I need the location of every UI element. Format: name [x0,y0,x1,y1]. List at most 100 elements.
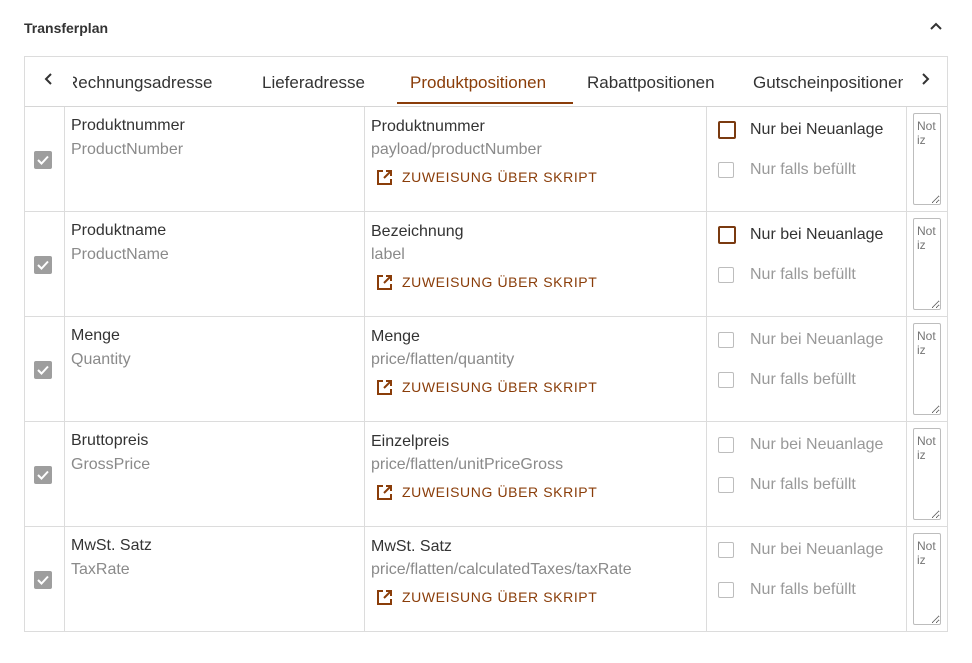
script-assignment-link[interactable]: ZUWEISUNG ÜBER SKRIPT [376,481,597,503]
checkbox-box[interactable] [718,162,734,178]
script-assignment-link[interactable]: ZUWEISUNG ÜBER SKRIPT [376,376,597,398]
column-divider [906,317,907,421]
column-divider [64,527,65,631]
script-assignment-label: ZUWEISUNG ÜBER SKRIPT [402,274,598,290]
column-divider [906,212,907,316]
column-divider [364,317,365,421]
open-in-new-icon [377,379,392,395]
checkbox-box[interactable] [718,267,734,283]
column-divider [706,422,707,526]
transfer-plan-frame: Rechnungsadresse Lieferadresse Produktpo… [24,56,948,632]
column-divider [706,107,707,211]
checkbox-box[interactable] [718,226,736,244]
column-divider [364,212,365,316]
row-enabled-checkbox[interactable] [34,256,52,274]
option-if-filled-checkbox[interactable]: Nur falls befüllt [718,161,856,179]
script-assignment-link[interactable]: ZUWEISUNG ÜBER SKRIPT [376,271,597,293]
option-new-only-checkbox[interactable]: Nur bei Neuanlage [718,541,883,559]
open-in-new-icon [377,484,392,500]
checkmark-icon [37,470,49,480]
checkbox-box[interactable] [718,477,734,493]
column-divider [706,212,707,316]
tab-rechnungsadresse[interactable]: Rechnungsadresse [66,57,212,106]
column-divider [364,107,365,211]
row-enabled-checkbox[interactable] [34,571,52,589]
checkbox-box[interactable] [718,542,734,558]
collapse-button[interactable] [926,18,946,38]
option-new-only-label: Nur bei Neuanlage [750,331,884,348]
script-assignment-link[interactable]: ZUWEISUNG ÜBER SKRIPT [376,166,597,188]
open-in-new-icon [377,169,392,185]
script-assignment-link[interactable]: ZUWEISUNG ÜBER SKRIPT [376,586,597,608]
option-if-filled-checkbox[interactable]: Nur falls befüllt [718,371,856,389]
option-if-filled-checkbox[interactable]: Nur falls befüllt [718,266,856,284]
option-if-filled-label: Nur falls befüllt [750,161,856,178]
column-divider [364,527,365,631]
script-assignment-label: ZUWEISUNG ÜBER SKRIPT [402,169,598,185]
source-field-label: Bruttopreis [71,432,149,449]
chevron-right-icon [919,72,931,91]
tab-produktpositionen[interactable]: Produktpositionen [410,57,546,106]
checkbox-box[interactable] [718,372,734,388]
tab-gutscheinpositionen[interactable]: Gutscheinpositionen [753,57,907,106]
option-new-only-checkbox[interactable]: Nur bei Neuanlage [718,436,883,454]
source-field-label: Menge [71,327,120,344]
option-new-only-checkbox[interactable]: Nur bei Neuanlage [718,226,883,244]
checkmark-icon [37,260,49,270]
notes-textarea[interactable] [913,533,941,625]
tab-scroll-left-button[interactable] [25,57,73,106]
mapping-row: Bruttopreis GrossPrice Einzelpreis price… [25,422,947,527]
target-field-label: Einzelpreis [371,433,450,450]
notes-textarea[interactable] [913,428,941,520]
target-field-path: price/flatten/unitPriceGross [371,456,564,473]
source-field-label: Produktnummer [71,117,185,134]
mapping-row: MwSt. Satz TaxRate MwSt. Satz price/flat… [25,527,947,631]
row-enabled-checkbox[interactable] [34,151,52,169]
source-field-key: ProductNumber [71,141,184,158]
column-divider [706,317,707,421]
column-divider [706,527,707,631]
target-field-label: Bezeichnung [371,223,464,240]
panel-title: Transferplan [24,20,109,36]
checkbox-box[interactable] [718,437,734,453]
option-new-only-checkbox[interactable]: Nur bei Neuanlage [718,331,883,349]
checkmark-icon [37,155,49,165]
target-field-label: Produktnummer [371,118,485,135]
notes-textarea[interactable] [913,218,941,310]
column-divider [64,422,65,526]
chevron-left-icon [43,72,55,91]
option-if-filled-checkbox[interactable]: Nur falls befüllt [718,476,856,494]
column-divider [906,527,907,631]
option-new-only-checkbox[interactable]: Nur bei Neuanlage [718,121,883,139]
tab-rabattpositionen[interactable]: Rabattpositionen [587,57,715,106]
source-field-key: Quantity [71,351,131,368]
column-divider [64,317,65,421]
target-field-path: price/flatten/calculatedTaxes/taxRate [371,561,632,578]
checkbox-box[interactable] [718,332,734,348]
column-divider [64,107,65,211]
row-enabled-checkbox[interactable] [34,361,52,379]
open-in-new-icon [377,589,392,605]
source-field-key: ProductName [71,246,169,263]
target-field-path: label [371,246,405,263]
option-new-only-label: Nur bei Neuanlage [750,541,884,558]
mapping-row: Menge Quantity Menge price/flatten/quant… [25,317,947,422]
checkbox-box[interactable] [718,121,736,139]
notes-textarea[interactable] [913,323,941,415]
source-field-label: Produktname [71,222,167,239]
checkmark-icon [37,575,49,585]
tab-scroll-right-button[interactable] [903,57,947,106]
target-field-path: payload/productNumber [371,141,542,158]
checkbox-box[interactable] [718,582,734,598]
tab-bar: Rechnungsadresse Lieferadresse Produktpo… [25,57,947,107]
option-if-filled-checkbox[interactable]: Nur falls befüllt [718,581,856,599]
notes-textarea[interactable] [913,113,941,205]
source-field-key: GrossPrice [71,456,151,473]
mapping-table: Produktnummer ProductNumber Produktnumme… [25,107,947,631]
mapping-row: Produktname ProductName Bezeichnung labe… [25,212,947,317]
script-assignment-label: ZUWEISUNG ÜBER SKRIPT [402,484,598,500]
open-in-new-icon [377,274,392,290]
row-enabled-checkbox[interactable] [34,466,52,484]
tab-lieferadresse[interactable]: Lieferadresse [262,57,365,106]
column-divider [906,422,907,526]
